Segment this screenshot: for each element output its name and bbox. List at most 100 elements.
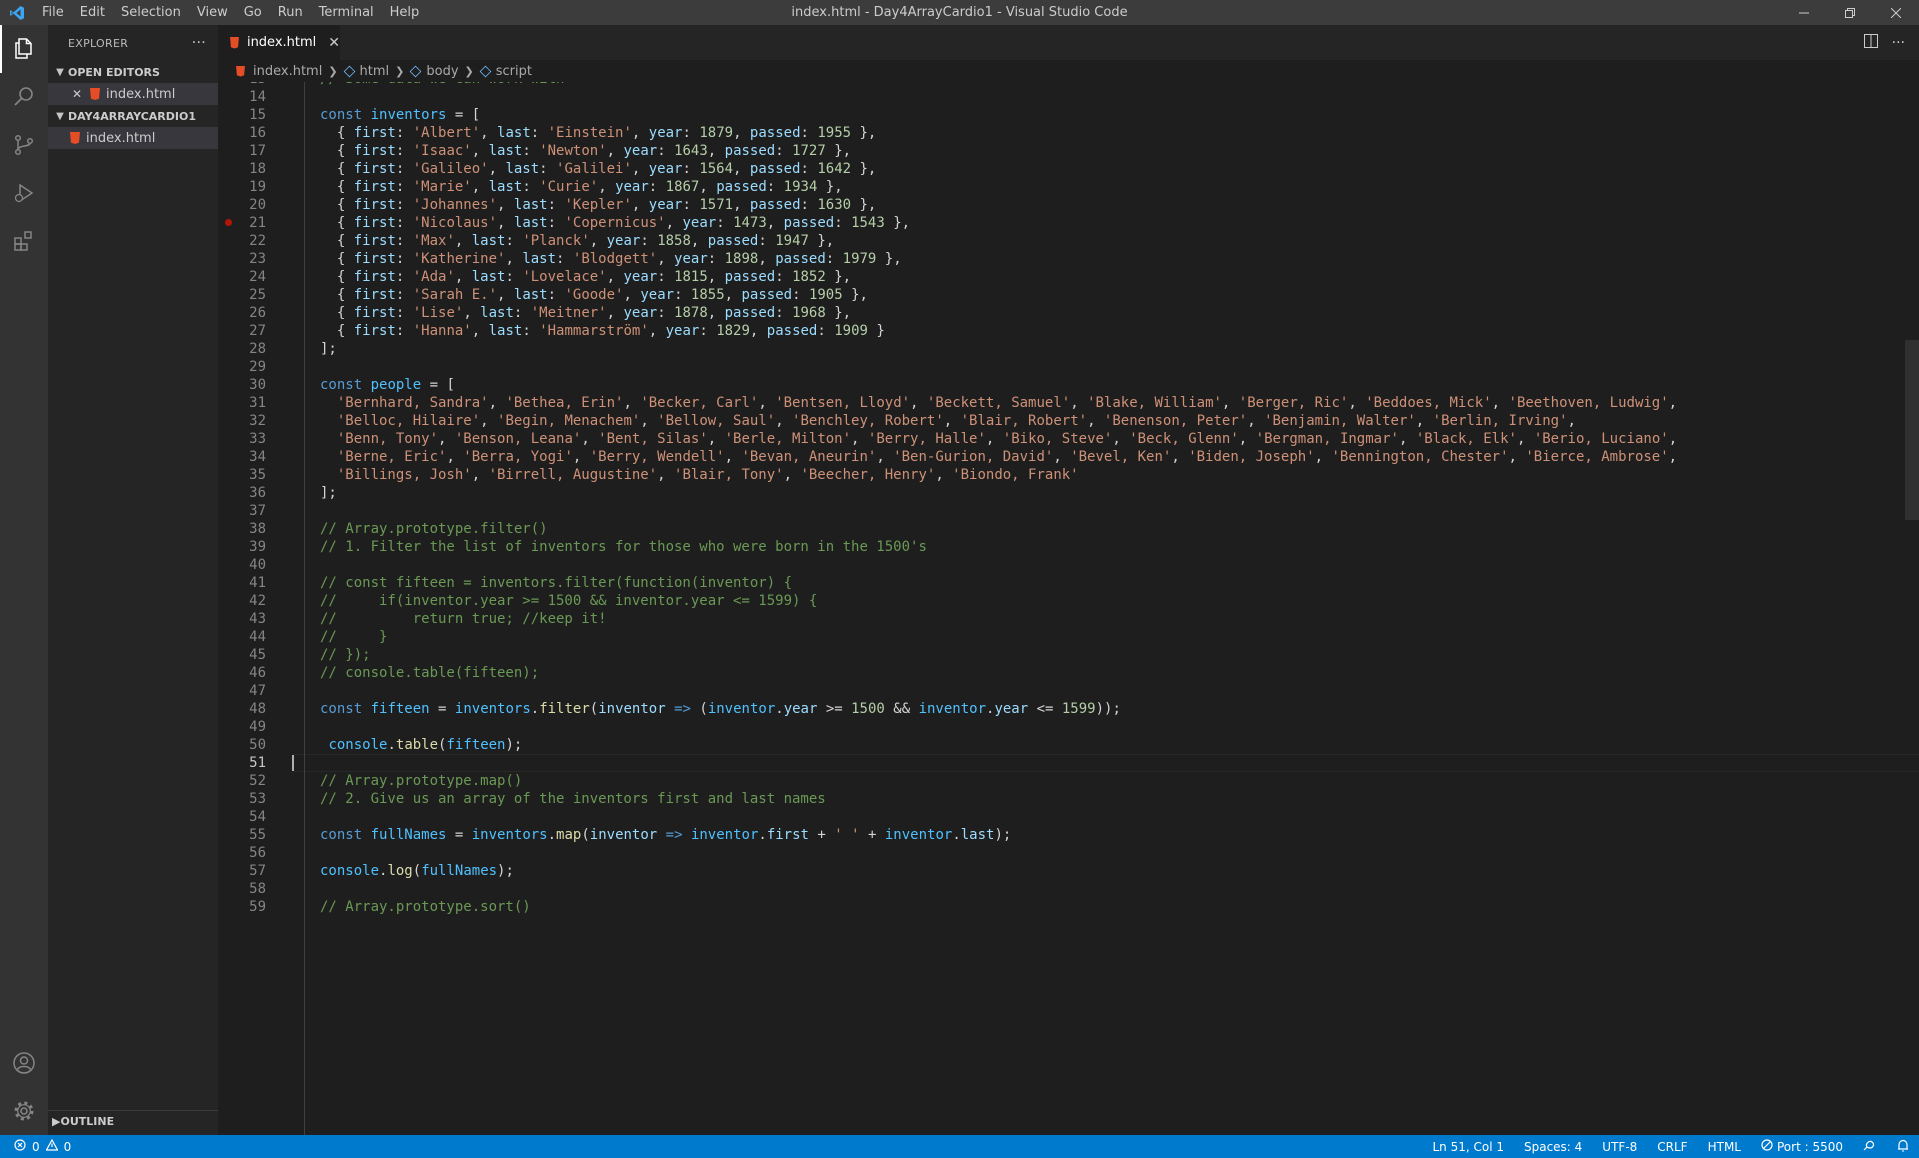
gear-icon[interactable] bbox=[0, 1087, 48, 1135]
explorer-title: EXPLORER bbox=[68, 36, 129, 50]
breadcrumb-html[interactable]: html bbox=[360, 64, 390, 79]
breadcrumb-body[interactable]: body bbox=[426, 64, 458, 79]
code-line[interactable]: 43 // return true; //keep it! bbox=[218, 610, 1919, 628]
code-line[interactable]: 52 // Array.prototype.map() bbox=[218, 772, 1919, 790]
code-line[interactable]: 25 { first: 'Sarah E.', last: 'Goode', y… bbox=[218, 286, 1919, 304]
menu-view[interactable]: View bbox=[189, 0, 236, 25]
more-actions-icon[interactable]: ··· bbox=[192, 35, 206, 51]
code-line[interactable]: 35 'Billings, Josh', 'Birrell, Augustine… bbox=[218, 466, 1919, 484]
code-line[interactable]: 17 { first: 'Isaac', last: 'Newton', yea… bbox=[218, 142, 1919, 160]
code-line[interactable]: 46 // console.table(fifteen); bbox=[218, 664, 1919, 682]
code-line[interactable]: 54 bbox=[218, 808, 1919, 826]
code-text: // const fifteen = inventors.filter(func… bbox=[320, 575, 793, 591]
problems-indicator[interactable]: 0 0 bbox=[0, 1138, 71, 1154]
code-line[interactable]: 29 bbox=[218, 358, 1919, 376]
folder-section[interactable]: ▼ DAY4ARRAYCARDIO1 bbox=[48, 105, 218, 127]
breadcrumb-file[interactable]: index.html bbox=[253, 64, 322, 79]
code-line[interactable]: 22 { first: 'Max', last: 'Planck', year:… bbox=[218, 232, 1919, 250]
code-line[interactable]: 44 // } bbox=[218, 628, 1919, 646]
scrollbar-thumb[interactable] bbox=[1905, 340, 1919, 520]
code-line[interactable]: 28]; bbox=[218, 340, 1919, 358]
menu-selection[interactable]: Selection bbox=[113, 0, 189, 25]
indentation[interactable]: Spaces: 4 bbox=[1524, 1140, 1582, 1154]
code-line[interactable]: 27 { first: 'Hanna', last: 'Hammarström'… bbox=[218, 322, 1919, 340]
bell-icon[interactable] bbox=[1897, 1139, 1909, 1155]
code-line[interactable]: 55 const fullNames = inventors.map(invent… bbox=[218, 826, 1919, 844]
more-actions-icon[interactable]: ··· bbox=[1892, 35, 1905, 51]
explorer-icon[interactable] bbox=[0, 25, 48, 73]
code-line[interactable]: 42 // if(inventor.year >= 1500 && invento… bbox=[218, 592, 1919, 610]
editor-scrollbar[interactable] bbox=[1905, 82, 1919, 1135]
code-line[interactable]: 38 // Array.prototype.filter() bbox=[218, 520, 1919, 538]
code-line[interactable]: 57 console.log(fullNames); bbox=[218, 862, 1919, 880]
folder-file-item[interactable]: index.html bbox=[48, 127, 218, 149]
code-line[interactable]: 56 bbox=[218, 844, 1919, 862]
code-line[interactable]: 21 { first: 'Nicolaus', last: 'Copernicu… bbox=[218, 214, 1919, 232]
menu-edit[interactable]: Edit bbox=[72, 0, 113, 25]
live-server-port[interactable]: Port : 5500 bbox=[1761, 1139, 1843, 1154]
code-text: { first: 'Lise', last: 'Meitner', year: … bbox=[320, 305, 852, 321]
code-line[interactable]: 47 bbox=[218, 682, 1919, 700]
open-editor-item[interactable]: ✕ index.html bbox=[48, 83, 218, 105]
search-icon[interactable] bbox=[0, 73, 48, 121]
code-line[interactable]: 39 // 1. Filter the list of inventors for… bbox=[218, 538, 1919, 556]
encoding[interactable]: UTF-8 bbox=[1602, 1140, 1637, 1154]
run-debug-icon[interactable] bbox=[0, 169, 48, 217]
code-line[interactable]: 36]; bbox=[218, 484, 1919, 502]
html-file-icon bbox=[236, 65, 245, 77]
outline-section[interactable]: ▶ OUTLINE bbox=[48, 1110, 218, 1132]
menu-file[interactable]: File bbox=[34, 0, 72, 25]
account-icon[interactable] bbox=[0, 1039, 48, 1087]
code-line[interactable]: 33 'Benn, Tony', 'Benson, Leana', 'Bent,… bbox=[218, 430, 1919, 448]
code-line[interactable]: 16 { first: 'Albert', last: 'Einstein', … bbox=[218, 124, 1919, 142]
code-line[interactable]: 15 const inventors = [ bbox=[218, 106, 1919, 124]
code-line[interactable]: 51 bbox=[218, 754, 1919, 772]
code-line[interactable]: 48 const fifteen = inventors.filter(inven… bbox=[218, 700, 1919, 718]
code-line[interactable]: 49 bbox=[218, 718, 1919, 736]
code-line[interactable]: 20 { first: 'Johannes', last: 'Kepler', … bbox=[218, 196, 1919, 214]
line-number: 54 bbox=[249, 809, 266, 825]
code-line[interactable]: 26 { first: 'Lise', last: 'Meitner', yea… bbox=[218, 304, 1919, 322]
code-line[interactable]: 37 bbox=[218, 502, 1919, 520]
code-line[interactable]: 30 const people = [ bbox=[218, 376, 1919, 394]
source-control-icon[interactable] bbox=[0, 121, 48, 169]
code-text: // }); bbox=[320, 647, 371, 663]
menu-run[interactable]: Run bbox=[270, 0, 311, 25]
code-line[interactable]: 32 'Belloc, Hilaire', 'Begin, Menachem',… bbox=[218, 412, 1919, 430]
line-ending[interactable]: CRLF bbox=[1657, 1140, 1687, 1154]
menu-help[interactable]: Help bbox=[382, 0, 428, 25]
extensions-icon[interactable] bbox=[0, 217, 48, 265]
code-line[interactable]: 59 // Array.prototype.sort() bbox=[218, 898, 1919, 916]
tab-index-html[interactable]: index.html ✕ bbox=[218, 25, 340, 60]
menu-go[interactable]: Go bbox=[236, 0, 270, 25]
code-line[interactable]: 14 bbox=[218, 88, 1919, 106]
code-line[interactable]: 58 bbox=[218, 880, 1919, 898]
code-line[interactable]: 24 { first: 'Ada', last: 'Lovelace', yea… bbox=[218, 268, 1919, 286]
code-line[interactable]: 50 console.table(fifteen); bbox=[218, 736, 1919, 754]
open-editors-section[interactable]: ▼ OPEN EDITORS bbox=[48, 61, 218, 83]
code-line[interactable]: 53 // 2. Give us an array of the inventor… bbox=[218, 790, 1919, 808]
code-line[interactable]: 23 { first: 'Katherine', last: 'Blodgett… bbox=[218, 250, 1919, 268]
close-icon[interactable]: ✕ bbox=[72, 87, 86, 101]
language-mode[interactable]: HTML bbox=[1708, 1140, 1741, 1154]
code-line[interactable]: 18 { first: 'Galileo', last: 'Galilei', … bbox=[218, 160, 1919, 178]
minimize-icon[interactable] bbox=[1781, 0, 1827, 25]
code-line[interactable]: 34 'Berne, Eric', 'Berra, Yogi', 'Berry,… bbox=[218, 448, 1919, 466]
code-line[interactable]: 45 // }); bbox=[218, 646, 1919, 664]
error-icon bbox=[14, 1139, 26, 1154]
split-editor-icon[interactable] bbox=[1863, 33, 1878, 52]
close-tab-icon[interactable]: ✕ bbox=[328, 35, 340, 51]
code-line[interactable]: 31 'Bernhard, Sandra', 'Bethea, Erin', '… bbox=[218, 394, 1919, 412]
code-line[interactable]: 41 // const fifteen = inventors.filter(fu… bbox=[218, 574, 1919, 592]
code-line[interactable]: 19 { first: 'Marie', last: 'Curie', year… bbox=[218, 178, 1919, 196]
code-editor[interactable]: 13// Some data we can work with1415const… bbox=[218, 82, 1919, 1135]
close-window-icon[interactable] bbox=[1873, 0, 1919, 25]
feedback-icon[interactable] bbox=[1863, 1139, 1877, 1154]
outline-label: OUTLINE bbox=[60, 1115, 115, 1128]
code-text: // Array.prototype.filter() bbox=[320, 521, 548, 537]
code-line[interactable]: 40 bbox=[218, 556, 1919, 574]
cursor-position[interactable]: Ln 51, Col 1 bbox=[1432, 1140, 1504, 1154]
menu-terminal[interactable]: Terminal bbox=[311, 0, 382, 25]
restore-icon[interactable] bbox=[1827, 0, 1873, 25]
breadcrumb-script[interactable]: script bbox=[496, 64, 532, 79]
